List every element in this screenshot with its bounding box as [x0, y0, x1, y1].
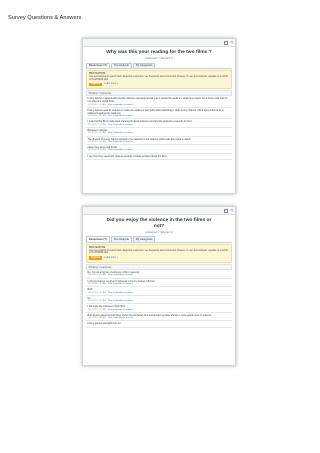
close-icon[interactable]: ×	[231, 40, 234, 46]
view-respondent-link[interactable]: View respondent's answers	[108, 300, 133, 302]
list-item: I did enjoy the violence in both films 1…	[86, 304, 232, 313]
response-text: I see how they used both violence as kin…	[87, 154, 167, 158]
tab-my-categories[interactable]: My Categories	[132, 236, 156, 242]
pro-feature-notice: PRO FEATURE Use text analysis to search …	[86, 244, 232, 263]
view-respondent-link[interactable]: View respondent's answers	[108, 104, 133, 106]
notice-body: Use text analysis to search and categori…	[89, 249, 229, 255]
list-item: No, I'm not a big fan of violence in fil…	[86, 270, 232, 279]
list-item: No 11/13/2015 1:39 AM View respondent's a…	[86, 296, 232, 305]
learn-more-link[interactable]: Learn more »	[104, 83, 118, 86]
response-date: 11/13/2015 1:30 AM	[87, 317, 106, 320]
upgrade-button[interactable]: Upgrade	[89, 256, 103, 260]
list-item: Because i imagine 11/13/2015 1:39 AM View…	[86, 128, 232, 137]
list-item: I see how they used both violence as kin…	[86, 154, 232, 160]
upgrade-button[interactable]: Upgrade	[89, 82, 103, 87]
response-date: 11/13/2015 1:50 AM	[87, 103, 106, 106]
view-respondent-link[interactable]: View respondent's answers	[108, 132, 133, 134]
response-tabs: Responses (7) Text Analysis My Categorie…	[86, 236, 232, 243]
list-item: The director of Funny Games wanted to be…	[86, 137, 232, 146]
tab-my-categories[interactable]: My Categories	[132, 62, 156, 69]
notice-body: Use text analysis to search and categori…	[89, 75, 229, 81]
close-icon[interactable]: ×	[231, 208, 234, 214]
panel-topbar: ×	[83, 207, 235, 215]
response-text: Funny games was light hum no	[87, 322, 121, 326]
list-item: Both Funny games should have shown the f…	[86, 313, 232, 322]
view-respondent-link[interactable]: View respondent's answers	[108, 309, 133, 311]
view-respondent-link[interactable]: View respondent's answers	[108, 283, 133, 285]
page-title: Survey Questions & Answers	[8, 15, 82, 21]
response-text: Funny Games uses its violence to make th…	[87, 108, 224, 115]
share-icon[interactable]	[224, 41, 228, 45]
learn-more-link[interactable]: Learn more »	[104, 257, 118, 260]
response-tabs: Responses (7) Text Analysis My Categorie…	[86, 62, 232, 69]
list-item: Both 11/13/2015 1:41 AM View respondent's…	[86, 287, 232, 296]
tab-responses[interactable]: Responses (7)	[86, 62, 110, 69]
response-date: 11/13/2015 1:41 AM	[87, 291, 106, 294]
view-respondent-link[interactable]: View respondent's answers	[108, 317, 133, 319]
view-respondent-link[interactable]: View respondent's answers	[108, 149, 133, 151]
view-respondent-link[interactable]: View respondent's answers	[108, 292, 133, 294]
view-respondent-link[interactable]: View respondent's answers	[108, 115, 133, 117]
response-date: 11/13/2015 1:45 AM	[87, 115, 106, 118]
tab-text-analysis[interactable]: Text Analysis	[110, 236, 132, 242]
response-date: 11/13/2015 1:50 AM	[87, 274, 106, 277]
list-item: Funny games was light hum no	[86, 321, 232, 328]
response-date: 11/13/2015 1:39 AM	[87, 132, 106, 135]
response-date: 11/13/2015 1:35 AM	[87, 140, 106, 143]
panel-topbar: ×	[83, 39, 235, 47]
answered-count: Answered: 7 Skipped: 0	[145, 230, 173, 234]
response-date: 11/13/2015 1:45 AM	[87, 282, 106, 285]
list-item: Funny Games uses its violence to make th…	[86, 108, 232, 120]
question-title: Did you enjoy the violence in the two fi…	[106, 218, 212, 229]
response-date: 11/13/2015 1:39 AM	[87, 300, 106, 303]
response-text: Funny Games I agreed with and the violen…	[87, 97, 228, 104]
pro-feature-notice: PRO FEATURE Use text analysis to search …	[86, 70, 232, 89]
list-item: Funny Games I agreed with and the violen…	[86, 96, 232, 108]
view-respondent-link[interactable]: View respondent's answers	[108, 141, 133, 143]
question-panel-2: × Did you enjoy the violence in the two …	[82, 206, 236, 366]
response-date: 11/13/2015 1:41 AM	[87, 123, 106, 126]
question-title: Why was this your reading for the two fi…	[106, 50, 212, 55]
list-item: cause they were both brutal 11/13/2015 1…	[86, 145, 232, 154]
question-panel-1: × Why was this your reading for the two …	[82, 38, 236, 194]
response-date: 11/13/2015 1:30 AM	[87, 149, 106, 152]
list-item: In Funny Games I enjoyed it whereas in F…	[86, 279, 232, 288]
tab-text-analysis[interactable]: Text Analysis	[110, 62, 132, 69]
response-date: 11/13/2015 1:35 AM	[87, 308, 106, 311]
tab-responses[interactable]: Responses (7)	[86, 236, 110, 242]
view-respondent-link[interactable]: View respondent's answers	[108, 274, 133, 276]
list-item: I could tell the films made clear statem…	[86, 119, 232, 128]
answered-count: Answered: 7 Skipped: 0	[145, 56, 173, 60]
share-icon[interactable]	[224, 209, 228, 213]
view-respondent-link[interactable]: View respondent's answers	[108, 124, 133, 126]
